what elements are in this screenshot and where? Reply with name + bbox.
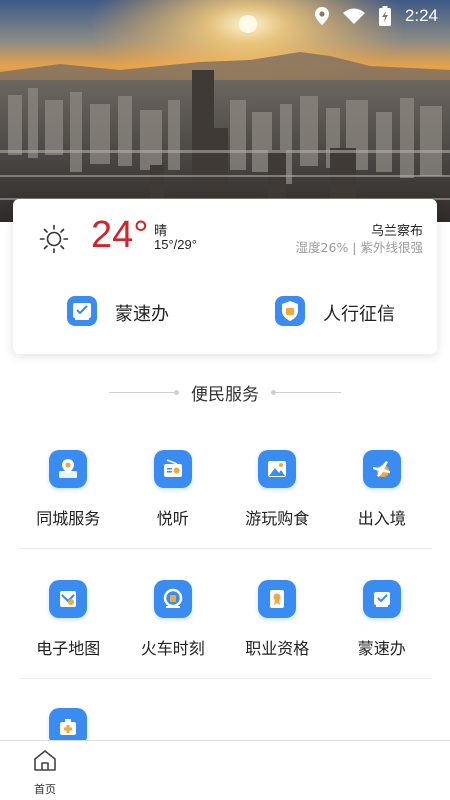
divider-right	[271, 389, 341, 395]
service-label: 出入境	[357, 509, 406, 528]
battery-charging-icon	[378, 6, 391, 26]
quick-action-label: 人行征信	[323, 304, 395, 325]
temperature-range: 15°/29°	[154, 237, 197, 252]
section-header: 便民服务	[0, 378, 450, 406]
row-divider	[18, 548, 432, 549]
weather-row[interactable]: 24° 晴 15°/29° 乌兰察布 湿度26% | 紫外线很强	[13, 199, 437, 275]
service-label: 火车时刻	[140, 639, 205, 658]
service-item-immigration[interactable]: 出入境	[330, 450, 435, 555]
location-icon	[314, 7, 329, 25]
services-row-1: 同城服务 悦听 游玩购食 出入境	[16, 450, 434, 555]
bottom-navigation: 首页	[0, 740, 450, 800]
nav-home-label: 首页	[34, 783, 56, 796]
mengsuban-icon	[362, 580, 401, 618]
service-label: 职业资格	[245, 639, 310, 658]
divider-left	[109, 389, 179, 395]
mengsuban-icon	[67, 296, 97, 330]
radio-icon	[153, 450, 192, 488]
credit-report-button[interactable]: 人行征信	[275, 291, 395, 335]
services-row-2: 电子地图 火车时刻 职业资格 蒙速办	[16, 580, 434, 685]
quick-actions: 蒙速办 人行征信	[13, 291, 437, 335]
nav-home[interactable]: 首页	[20, 749, 70, 797]
service-label: 同城服务	[36, 509, 101, 528]
section-title: 便民服务	[191, 384, 259, 405]
service-item-train[interactable]: 火车时刻	[121, 580, 226, 685]
service-label: 电子地图	[36, 639, 101, 658]
weather-card: 24° 晴 15°/29° 乌兰察布 湿度26% | 紫外线很强 蒙速办 人行征…	[13, 199, 437, 354]
wifi-icon	[342, 8, 365, 24]
service-label: 蒙速办	[357, 639, 406, 658]
map-icon	[49, 580, 88, 618]
sun-icon	[39, 224, 69, 254]
home-icon	[33, 749, 57, 775]
map-pin-icon	[49, 450, 88, 488]
certificate-icon	[258, 580, 297, 618]
status-time: 2:24	[404, 6, 438, 25]
service-item-local[interactable]: 同城服务	[16, 450, 121, 555]
service-item-listen[interactable]: 悦听	[121, 450, 226, 555]
quick-action-label: 蒙速办	[115, 304, 169, 325]
temperature-value: 24°	[91, 214, 149, 256]
hero-city-banner	[0, 0, 450, 222]
service-label: 悦听	[156, 509, 189, 528]
airplane-globe-icon	[362, 450, 401, 488]
service-item-travel[interactable]: 游玩购食	[225, 450, 330, 555]
credit-shield-icon	[275, 296, 305, 330]
row-divider	[18, 678, 432, 679]
train-icon	[153, 580, 192, 618]
service-item-mengsuban[interactable]: 蒙速办	[330, 580, 435, 685]
service-item-map[interactable]: 电子地图	[16, 580, 121, 685]
service-item-qualification[interactable]: 职业资格	[225, 580, 330, 685]
service-label: 游玩购食	[245, 509, 310, 528]
landscape-icon	[258, 450, 297, 488]
mengsuban-quick-button[interactable]: 蒙速办	[67, 291, 169, 335]
weather-details: 湿度26% | 紫外线很强	[295, 240, 423, 255]
status-bar: 2:24	[0, 0, 450, 32]
